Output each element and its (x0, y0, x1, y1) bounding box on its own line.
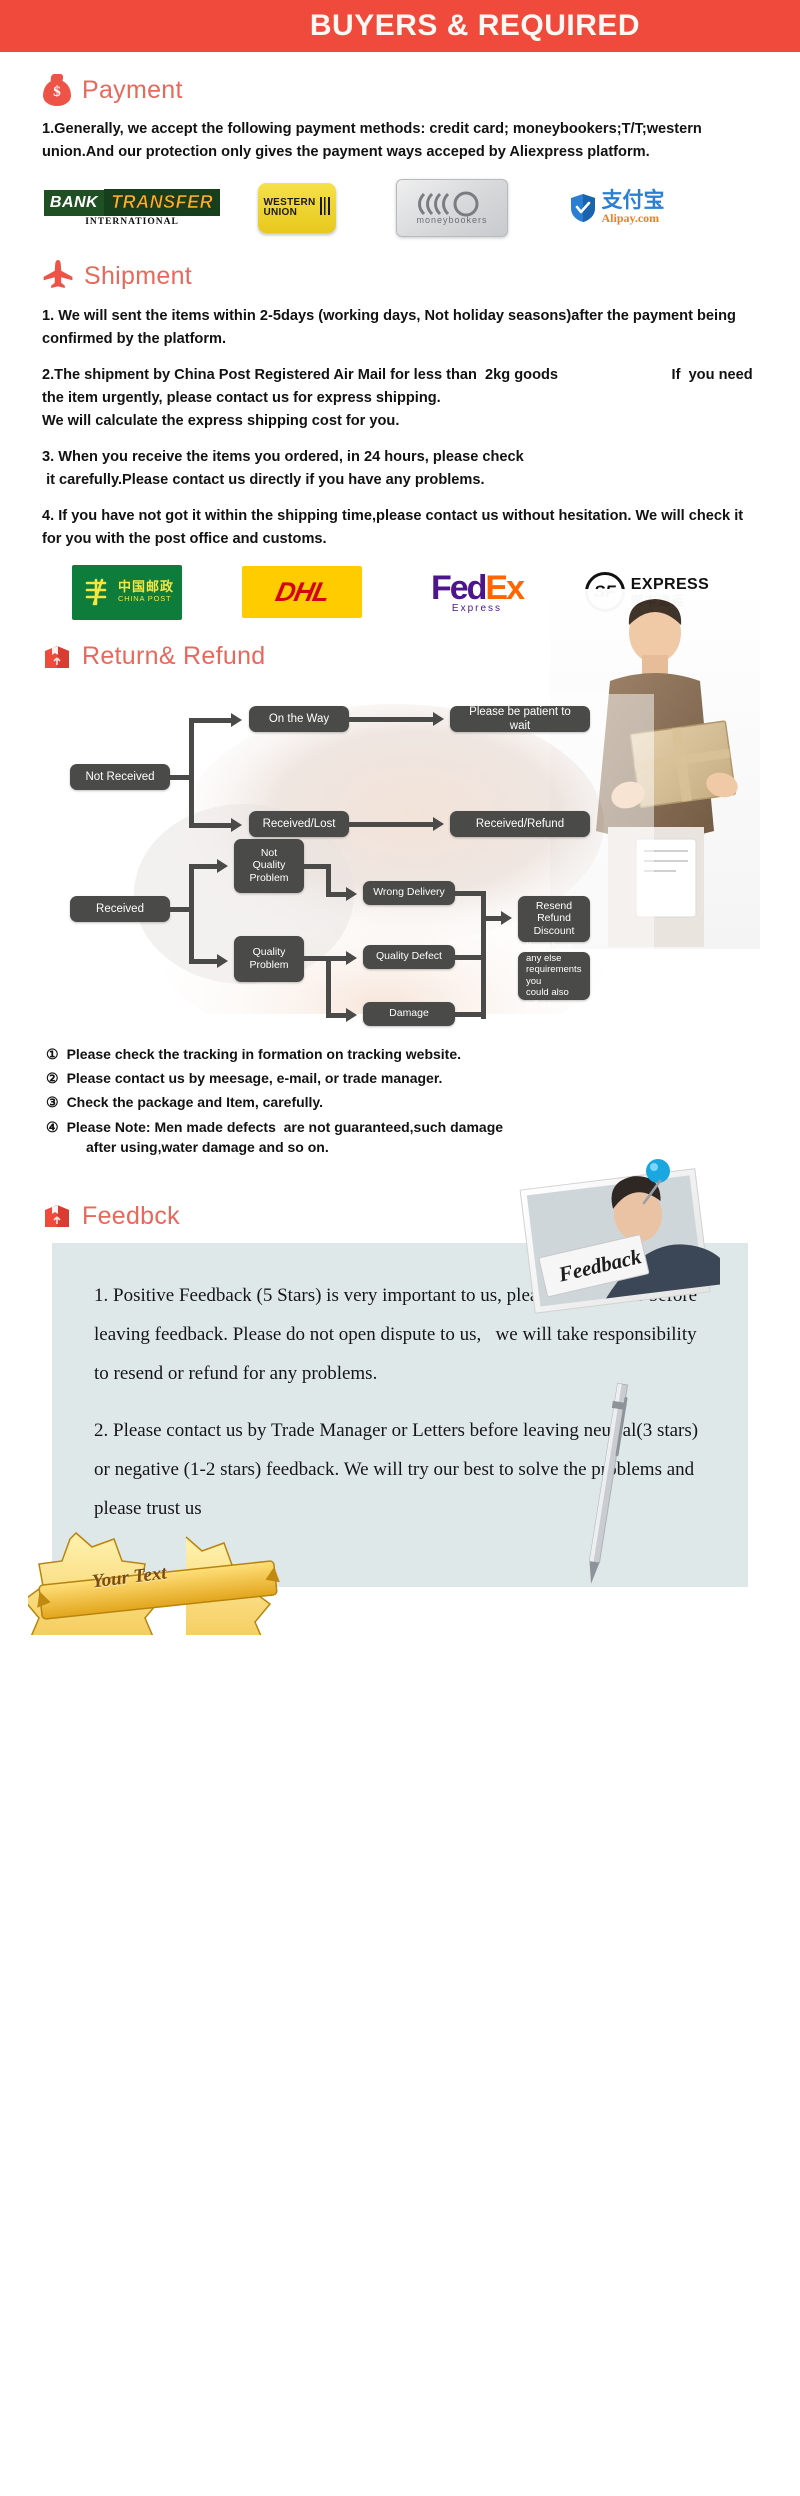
flow-node-received-lost: Received/Lost (249, 810, 349, 837)
china-post-mark-icon (85, 578, 107, 606)
payment-heading-label: Payment (82, 75, 183, 104)
western-union-bars-icon (319, 195, 331, 222)
note-text: Please contact us by meesage, e-mail, or… (66, 1070, 443, 1086)
note-text: Check the package and Item, carefully. (66, 1094, 324, 1111)
alipay-logo: 支付宝 Alipay.com (532, 190, 702, 226)
flow-node-else-note: If you have any else requirements you co… (518, 941, 590, 1010)
flow-node-received-refund: Received/Refund (450, 810, 590, 837)
flow-node-received: Received (70, 895, 170, 922)
sf-mark: SF (584, 572, 625, 613)
promo-page: BUYERS & REQUIRED $ Payment 1.Generally,… (0, 0, 800, 1663)
flow-node-please-wait: Please be patient to wait (450, 706, 590, 732)
shipment-section: Shipment 1. We will sent the items withi… (0, 259, 800, 950)
bank-transfer-main: BANK (43, 189, 105, 216)
note-text: Please check the tracking in formation o… (66, 1045, 462, 1062)
payment-logos: BANK TRANSFER INTERNATIONAL WESTERN UNIO… (42, 179, 766, 238)
returns-notes-list: ① Please check the tracking in formation… (46, 1044, 766, 1157)
returns-note-item: ① Please check the tracking in formation… (46, 1044, 766, 1064)
returns-flowchart: Not Received On the Way Please be patien… (34, 684, 766, 1034)
flow-node-quality-problem: Quality Problem (234, 935, 304, 982)
returns-section: Return& Refund Not Received On the Way P… (0, 642, 800, 1157)
money-bag-icon: $ (42, 74, 72, 106)
fedex-logo: FedEx Express (392, 571, 562, 614)
shipment-paragraph-4: 4. If you have not got it within the shi… (42, 508, 748, 548)
western-union-line2: UNION (263, 207, 298, 219)
moneybookers-wave-icon (418, 191, 479, 217)
note-text: Please Note: Men made defects are not gu… (66, 1118, 504, 1155)
flow-node-resend-refund-discount: Resend Refund Discount (518, 895, 590, 942)
shipment-paragraph-2: 2.The shipment by China Post Registered … (42, 367, 753, 429)
flow-node-quality-defect: Quality Defect (363, 944, 455, 969)
china-post-english: CHINA POST (117, 594, 172, 604)
note-number: ③ (46, 1094, 59, 1111)
feedback-pinned-photo: Feedback (519, 1159, 720, 1314)
feedback-heading-label: Feedbck (82, 1201, 180, 1230)
sf-english: EXPRESS (630, 576, 710, 594)
bank-transfer-accent: TRANSFER (104, 189, 221, 217)
page-banner: BUYERS & REQUIRED (0, 0, 800, 52)
dhl-logo: DHL (212, 566, 392, 619)
bank-transfer-sub: INTERNATIONAL (85, 217, 179, 228)
shipment-heading: Shipment (42, 259, 766, 293)
western-union-logo: WESTERN UNION (222, 183, 372, 234)
shipment-paragraph-1: 1. We will sent the items within 2-5days… (42, 308, 740, 347)
moneybookers-logo: moneybookers (372, 179, 532, 238)
sf-chinese: 顺丰速运 (630, 593, 685, 609)
sf-express-logo: SF EXPRESS 顺丰速运 (562, 572, 732, 613)
alipay-shield-icon (570, 194, 595, 223)
shipment-heading-label: Shipment (84, 261, 193, 290)
shipment-paragraph-3: 3. When you receive the items you ordere… (42, 449, 524, 488)
airplane-icon (42, 259, 74, 293)
returns-note-item: ③ Check the package and Item, carefully. (46, 1092, 766, 1112)
moneybookers-label: moneybookers (416, 215, 488, 226)
china-post-chinese: 中国邮政 (117, 580, 174, 596)
flow-node-damage: Damage (363, 1001, 455, 1026)
fedex-fed-text: Fed (430, 568, 487, 607)
payment-section: $ Payment 1.Generally, we accept the fol… (0, 74, 800, 238)
return-box-icon (42, 642, 72, 672)
flow-node-wrong-delivery: Wrong Delivery (363, 880, 455, 905)
courier-logos: 中国邮政 CHINA POST DHL FedEx Express SF EXP… (42, 564, 766, 620)
returns-note-item: ② Please contact us by meesage, e-mail, … (46, 1068, 766, 1088)
note-number: ① (46, 1045, 59, 1062)
returns-heading: Return& Refund (42, 642, 766, 672)
flow-node-not-received: Not Received (70, 763, 170, 790)
flow-node-on-the-way: On the Way (249, 705, 349, 732)
returns-note-item: ④ Please Note: Men made defects are not … (46, 1117, 766, 1158)
flow-node-not-quality-problem: Not Quality Problem (234, 838, 304, 893)
bank-transfer-logo: BANK TRANSFER INTERNATIONAL (42, 189, 222, 227)
returns-heading-label: Return& Refund (82, 642, 266, 671)
fedex-ex-text: Ex (485, 568, 525, 607)
alipay-domain-text: Alipay.com (601, 211, 660, 226)
feedback-box-icon (42, 1201, 72, 1231)
alipay-chinese-text: 支付宝 (601, 188, 665, 213)
payment-body-text: 1.Generally, we accept the following pay… (42, 121, 706, 160)
china-post-logo: 中国邮政 CHINA POST (42, 564, 212, 620)
bottom-ribbon-area: Your Text (0, 1517, 800, 1637)
banner-title: BUYERS & REQUIRED (309, 9, 641, 42)
dhl-text: DHL (272, 576, 332, 607)
payment-heading: $ Payment (42, 74, 766, 106)
note-number: ④ (46, 1118, 59, 1135)
note-number: ② (46, 1070, 59, 1086)
